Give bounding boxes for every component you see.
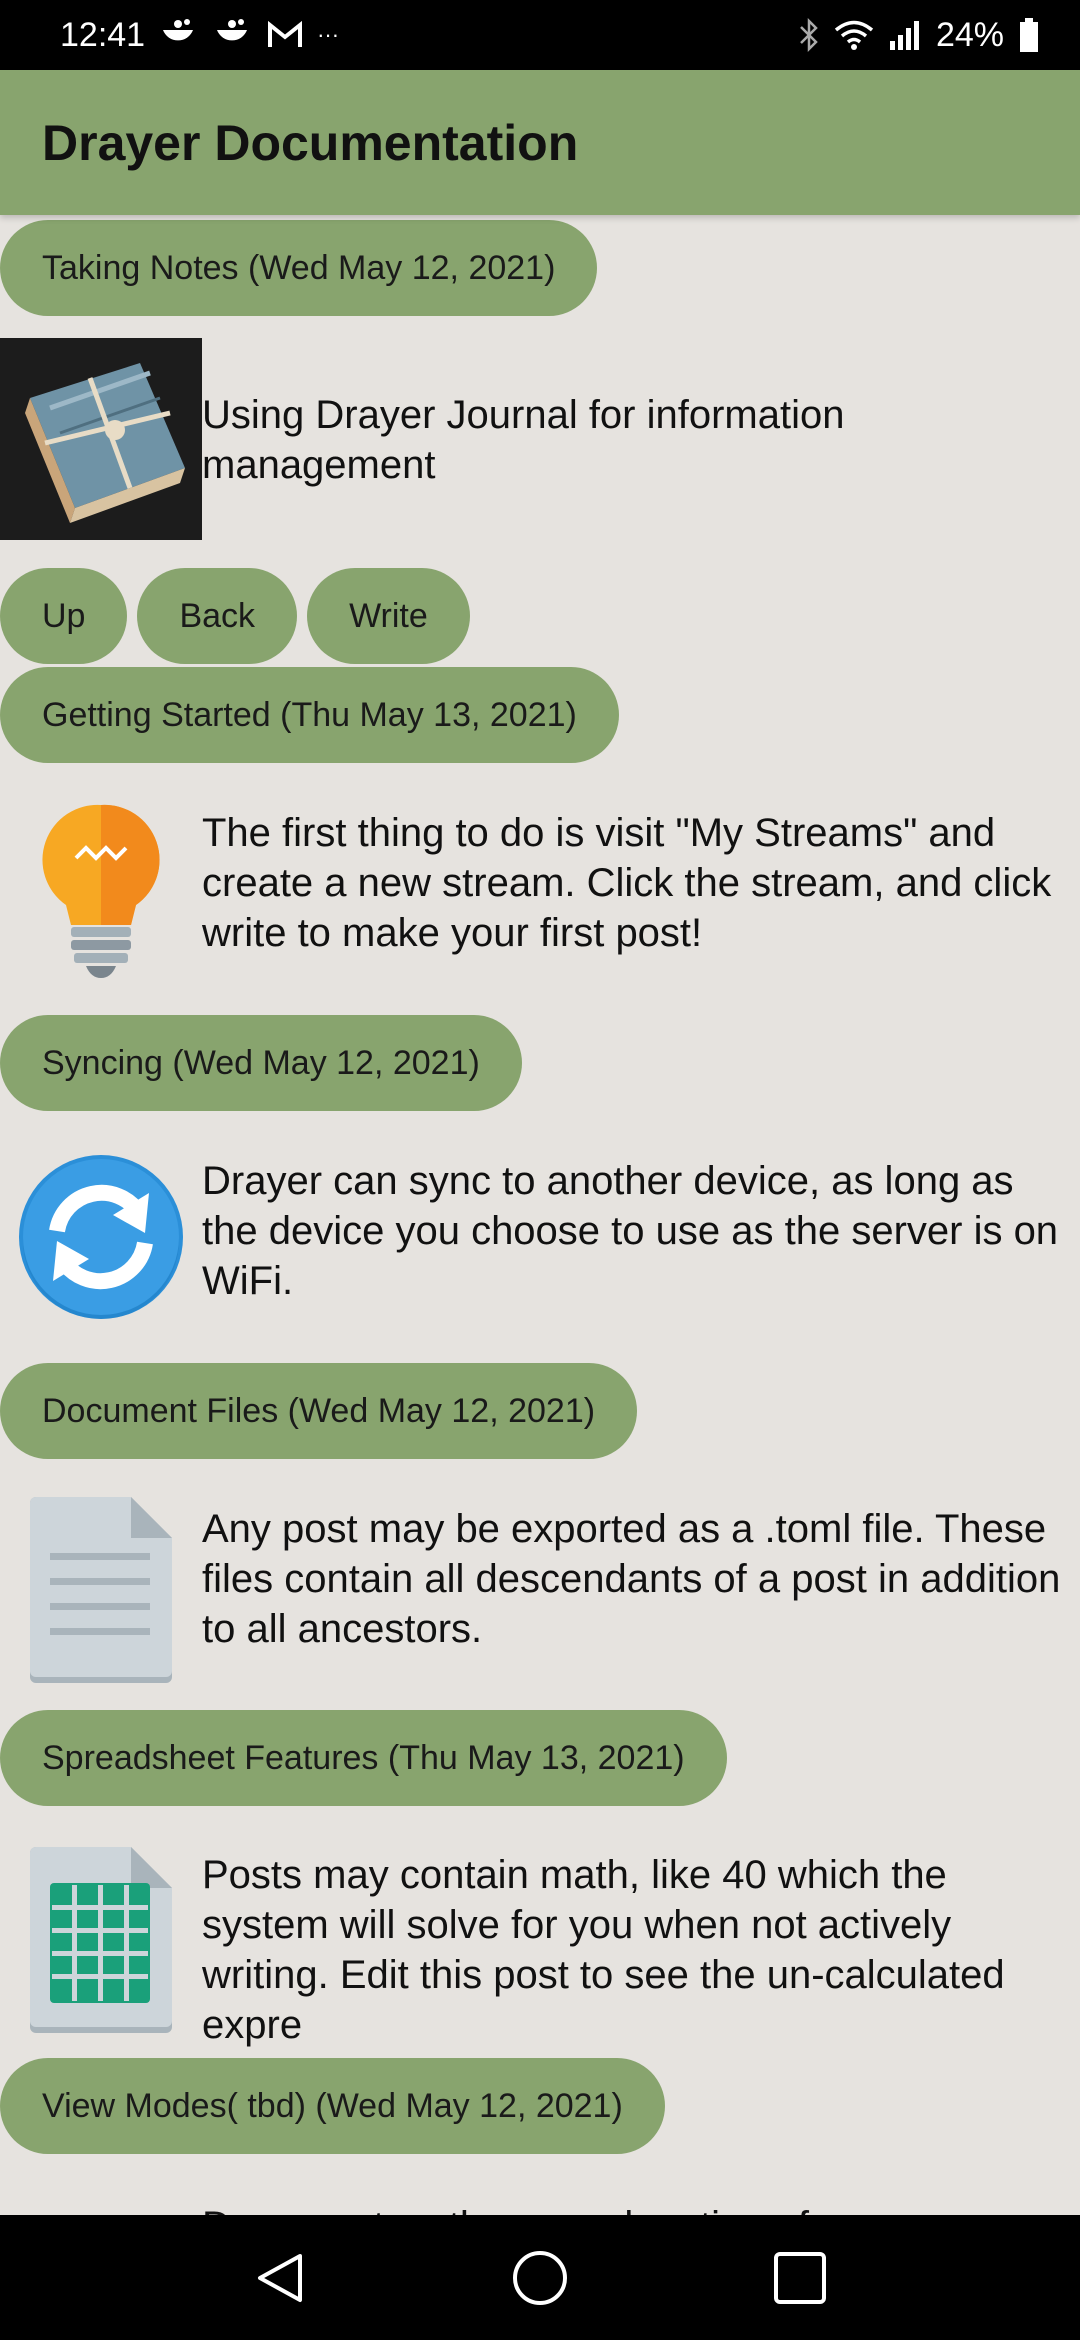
post-text-view-modes: Documents... the ... explanation of ... <box>202 2203 1072 2215</box>
document-icon <box>0 1495 202 1685</box>
post-text-syncing[interactable]: Drayer can sync to another device, as lo… <box>202 1156 1072 1306</box>
post-list[interactable]: Taking Notes (Wed May 12, 2021) Using Dr… <box>0 215 1080 2215</box>
lightbulb-icon <box>0 800 202 980</box>
sync-icon <box>0 1151 202 1323</box>
back-nav-icon[interactable] <box>240 2238 320 2318</box>
bluetooth-icon <box>798 18 820 52</box>
back-button[interactable]: Back <box>137 568 298 664</box>
battery-percentage: 24% <box>935 15 1004 54</box>
post-text-document-files[interactable]: Any post may be exported as a .toml file… <box>202 1504 1072 1654</box>
post-title-pill-view-modes[interactable]: View Modes( tbd) (Wed May 12, 2021) <box>0 2058 665 2154</box>
write-button[interactable]: Write <box>307 568 470 664</box>
system-nav-bar <box>0 2215 1080 2340</box>
post-title-pill-getting-started[interactable]: Getting Started (Thu May 13, 2021) <box>0 667 619 763</box>
signal-icon <box>888 19 922 51</box>
status-left: 12:41 ··· <box>60 16 339 55</box>
journal-book-icon <box>0 338 202 540</box>
status-right: 24% <box>798 16 1040 55</box>
current-post-text[interactable]: Using Drayer Journal for information man… <box>202 390 1072 490</box>
notification-cup-icon <box>159 18 199 52</box>
status-bar: 12:41 ··· 24% <box>0 0 1080 70</box>
battery-icon <box>1018 17 1040 53</box>
post-title-pill-spreadsheet-features[interactable]: Spreadsheet Features (Thu May 13, 2021) <box>0 1710 727 1806</box>
post-action-buttons: Up Back Write <box>0 568 470 664</box>
home-nav-icon[interactable] <box>500 2238 580 2318</box>
up-button[interactable]: Up <box>0 568 128 664</box>
spreadsheet-icon <box>0 1840 202 2040</box>
notification-cup-icon-2 <box>213 18 253 52</box>
post-title-pill-document-files[interactable]: Document Files (Wed May 12, 2021) <box>0 1363 638 1459</box>
wifi-icon <box>834 19 874 51</box>
more-notifications-icon: ··· <box>317 22 340 47</box>
recents-nav-icon[interactable] <box>760 2238 840 2318</box>
gmail-icon <box>267 20 303 50</box>
status-time: 12:41 <box>60 15 146 54</box>
post-title-pill-syncing[interactable]: Syncing (Wed May 12, 2021) <box>0 1015 522 1111</box>
post-text-view-modes-partial[interactable]: Documents... the ... explanation of ... <box>202 2203 1072 2215</box>
current-post-title-pill[interactable]: Taking Notes (Wed May 12, 2021) <box>0 220 598 316</box>
app-bar: Drayer Documentation <box>0 70 1080 215</box>
post-text-getting-started[interactable]: The first thing to do is visit "My Strea… <box>202 808 1072 958</box>
post-text-spreadsheet-features[interactable]: Posts may contain math, like 40 which th… <box>202 1850 1072 2050</box>
app-title: Drayer Documentation <box>42 114 579 171</box>
